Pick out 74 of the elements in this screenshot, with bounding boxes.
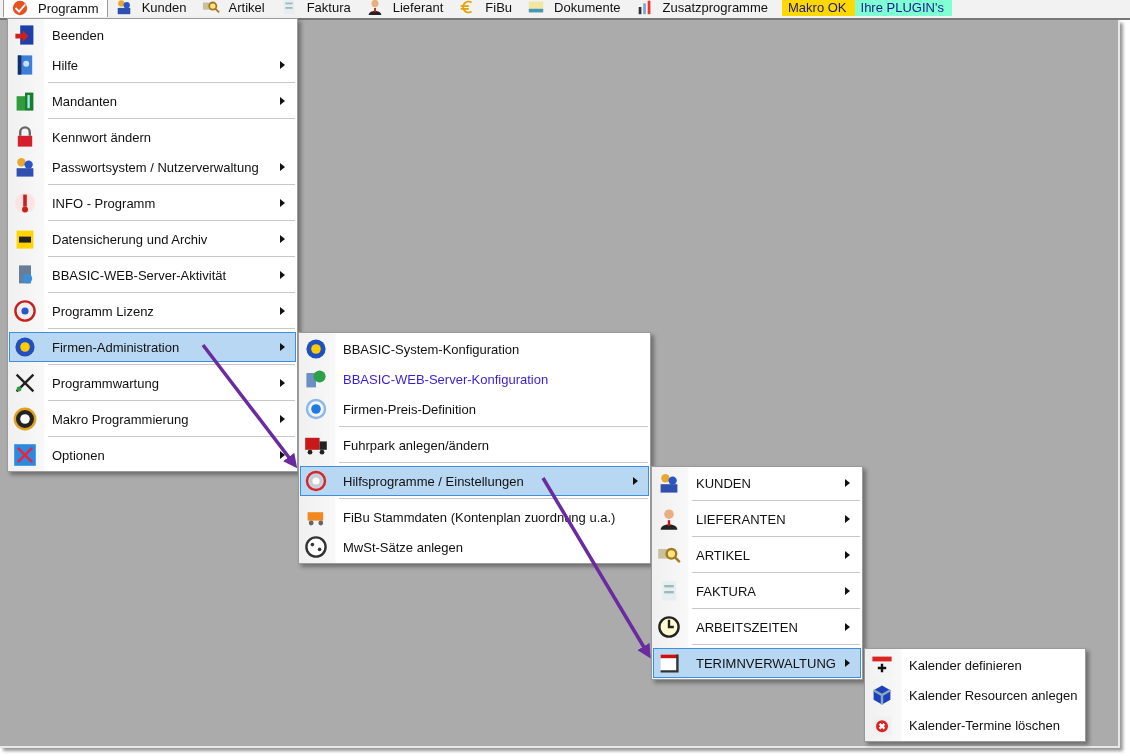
menu-item-label: Kalender-Termine löschen: [909, 717, 1062, 733]
menu-item-label: Programmwartung: [52, 375, 160, 391]
menu-item-label: Firmen-Preis-Definition: [343, 401, 477, 417]
clock-icon: [657, 615, 681, 639]
menu-item[interactable]: BBASIC-WEB-Server-Aktivität: [9, 260, 296, 290]
menu-item-label: Firmen-Administration: [52, 339, 181, 355]
menu-item-label: FAKTURA: [696, 583, 757, 599]
menu-item-label: ARTIKEL: [696, 547, 751, 563]
menu-bar-item[interactable]: Artikel: [194, 0, 273, 16]
checkmark-icon: [10, 0, 30, 17]
menu-item[interactable]: Firmen-Administration: [9, 332, 296, 362]
menu-item[interactable]: LIEFERANTEN: [653, 504, 861, 534]
menu-item[interactable]: Programmwartung: [9, 368, 296, 398]
menu-item-label: Datensicherung und Archiv: [52, 231, 209, 247]
menu-item[interactable]: Firmen-Preis-Definition: [300, 394, 649, 424]
menu-item-label: KUNDEN: [696, 475, 752, 491]
menu-item[interactable]: Hilfe: [9, 50, 296, 80]
menu-item[interactable]: KUNDEN: [653, 468, 861, 498]
menu-item-label: MwSt-Sätze anlegen: [343, 539, 464, 555]
menu-item-label: BBASIC-System-Konfiguration: [343, 341, 521, 357]
menu-item-label: Makro Programmierung: [52, 411, 190, 427]
menu-bar-item[interactable]: FiBu: [451, 0, 521, 16]
menu-item-label: Kalender Resourcen anlegen: [909, 687, 1079, 703]
menu-bar-item[interactable]: Dokumente: [520, 0, 629, 16]
menu-item-label: Mandanten: [52, 93, 119, 109]
menu-item-label: Programm Lizenz: [52, 303, 155, 319]
menu-item[interactable]: Fuhrpark anlegen/ändern: [300, 430, 649, 460]
menu-item-label: Optionen: [52, 447, 106, 463]
menu-bar-item[interactable]: Zusatzprogramme: [628, 0, 776, 16]
menu-item[interactable]: Kennwort ändern: [9, 122, 296, 152]
menu-item-label: BBASIC-WEB-Server-Konfiguration: [343, 371, 550, 387]
percent-badge-icon: [304, 535, 328, 559]
menu-item[interactable]: Kalender definieren: [866, 650, 1084, 680]
lifebuoy-icon: [304, 469, 328, 493]
menu-item[interactable]: ARBEITSZEITEN: [653, 612, 861, 642]
menu-item-label: LIEFERANTEN: [696, 511, 787, 527]
menu-item[interactable]: BBASIC-System-Konfiguration: [300, 334, 649, 364]
menu-item[interactable]: Makro Programmierung: [9, 404, 296, 434]
menu-item-label: ARBEITSZEITEN: [696, 619, 799, 635]
menu-item-label: Hilfe: [52, 57, 79, 73]
menu-item-label: Passwortsystem / Nutzerverwaltung: [52, 159, 260, 175]
menu-item-label: Hilfsprogramme / Einstellungen: [343, 473, 525, 489]
menu-item-label: Kennwort ändern: [52, 129, 152, 145]
menu-item-label: Beenden: [52, 27, 106, 43]
menu-item-label: Fuhrpark anlegen/ändern: [343, 437, 490, 453]
menu-item[interactable]: Kalender Resourcen anlegen: [866, 680, 1084, 710]
menu-item[interactable]: Beenden: [9, 20, 296, 50]
menu-item[interactable]: Programm Lizenz: [9, 296, 296, 326]
menu-item-label: BBASIC-WEB-Server-Aktivität: [52, 267, 228, 283]
cube-icon: [870, 683, 894, 707]
menu-item-label: TERIMNVERWALTUNG: [696, 655, 837, 671]
tools-icon: [13, 371, 37, 395]
menu-item[interactable]: TERIMNVERWALTUNG: [653, 648, 861, 678]
menu-item[interactable]: ARTIKEL: [653, 540, 861, 570]
menu-item[interactable]: Mandanten: [9, 86, 296, 116]
menu-item-label: INFO - Programm: [52, 195, 157, 211]
menu-bar-item[interactable]: Kunden: [107, 0, 195, 16]
menu-bar-item[interactable]: Faktura: [272, 0, 359, 16]
menu-bar-item[interactable]: Ihre PLUGIN's: [854, 0, 952, 16]
menu-item[interactable]: FAKTURA: [653, 576, 861, 606]
menu-item[interactable]: BBASIC-WEB-Server-Konfiguration: [300, 364, 649, 394]
menu-item[interactable]: Hilfsprogramme / Einstellungen: [300, 466, 649, 496]
menu-item[interactable]: INFO - Programm: [9, 188, 296, 218]
menu-bar-item[interactable]: Programm: [3, 0, 108, 17]
menu-item[interactable]: MwSt-Sätze anlegen: [300, 532, 649, 562]
menu-item[interactable]: Passwortsystem / Nutzerverwaltung: [9, 152, 296, 182]
magnifier-icon: [200, 0, 221, 16]
menu-item-label: Kalender definieren: [909, 657, 1023, 673]
menu-item[interactable]: Optionen: [9, 440, 296, 470]
menu-item[interactable]: Kalender-Termine löschen: [866, 710, 1084, 740]
menu-item[interactable]: Datensicherung und Archiv: [9, 224, 296, 254]
target-icon: [304, 397, 328, 421]
menu-bar-item[interactable]: Makro OK: [782, 0, 855, 16]
menu-bar-item[interactable]: Lieferant: [358, 0, 452, 16]
